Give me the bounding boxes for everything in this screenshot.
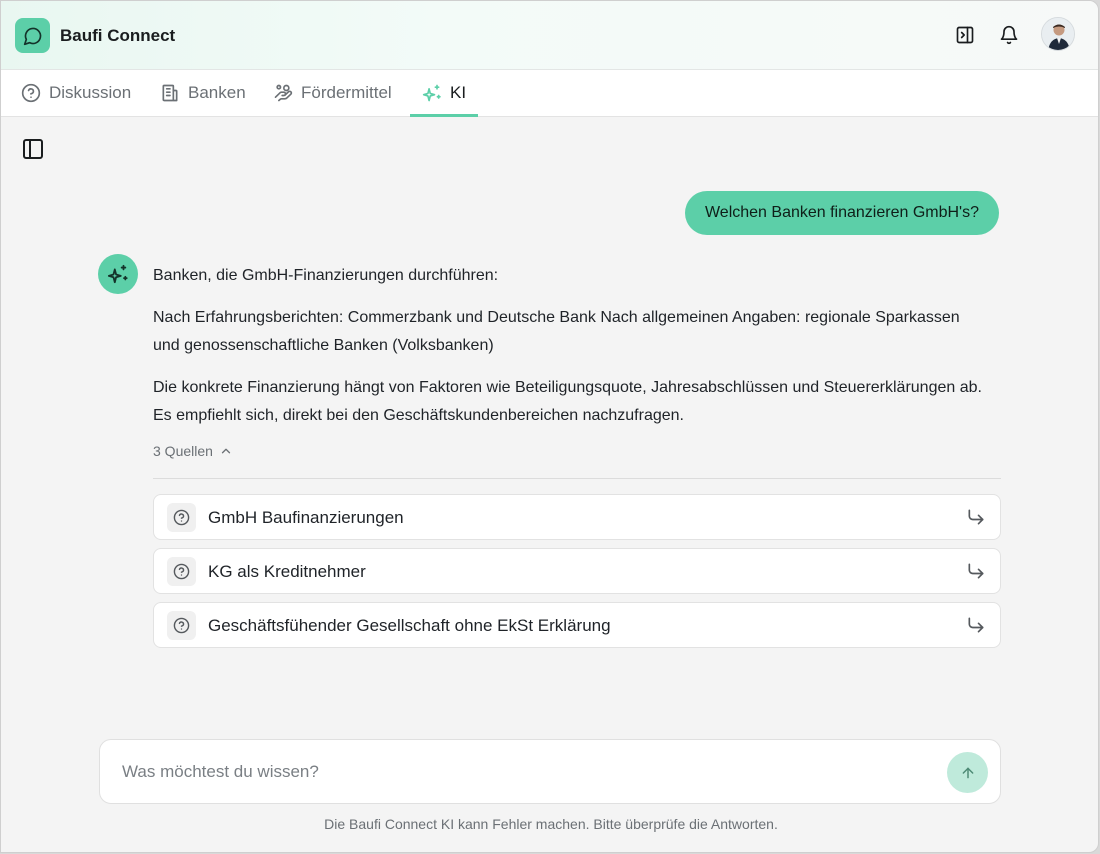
sources-toggle[interactable]: 3 Quellen: [153, 443, 233, 459]
sources-divider: [153, 478, 1001, 479]
source-title: Geschäftsfühender Gesellschaft ohne EkSt…: [208, 616, 611, 635]
hand-coins-icon: [274, 84, 293, 102]
tab-diskussion[interactable]: Diskussion: [21, 70, 131, 116]
user-avatar[interactable]: [1041, 17, 1075, 51]
tab-label: Banken: [188, 83, 246, 102]
bank-building-icon: [162, 84, 178, 102]
tab-ki[interactable]: KI: [410, 70, 479, 117]
person-photo-icon: [1042, 18, 1074, 50]
source-type-badge: [167, 557, 196, 586]
corner-down-right-icon: [968, 563, 984, 579]
source-title: GmbH Baufinanzierungen: [208, 508, 404, 527]
chat-input[interactable]: [122, 760, 922, 784]
source-title: KG als Kreditnehmer: [208, 562, 366, 581]
app-header: Baufi Connect: [1, 1, 1098, 70]
notifications-button[interactable]: [997, 23, 1021, 47]
corner-down-right-icon: [968, 617, 984, 633]
arrow-up-icon: [962, 767, 973, 778]
question-circle-icon: [173, 509, 190, 526]
source-item[interactable]: GmbH Baufinanzierungen: [153, 494, 1001, 540]
tab-label: KI: [450, 83, 467, 102]
sidebar-right-icon: [956, 26, 974, 44]
sources-count: 3 Quellen: [153, 443, 213, 459]
app-title: Baufi Connect: [60, 26, 176, 45]
sidebar-left-icon: [23, 139, 43, 159]
toggle-panel-button[interactable]: [953, 23, 977, 47]
question-circle-icon: [21, 83, 41, 103]
source-type-badge: [167, 503, 196, 532]
send-button[interactable]: [947, 752, 988, 793]
source-type-badge: [167, 611, 196, 640]
chevron-up-icon: [221, 448, 231, 454]
answer-paragraph: Nach Erfahrungsberichten: Commerzbank un…: [153, 309, 960, 354]
tab-label: Fördermittel: [301, 83, 392, 102]
tab-label: Diskussion: [49, 83, 132, 102]
user-message-bubble: Welchen Banken finanzieren GmbH's?: [684, 191, 999, 235]
question-circle-icon: [173, 563, 190, 580]
assistant-avatar: [98, 254, 138, 294]
tab-foerdermittel[interactable]: Fördermittel: [273, 70, 392, 116]
app-logo[interactable]: [15, 18, 50, 53]
main-tabs: Diskussion Banken Fördermittel KI: [1, 70, 1098, 117]
ai-disclaimer: Die Baufi Connect KI kann Fehler machen.…: [324, 816, 778, 832]
chat-composer: [99, 739, 1001, 804]
answer-paragraph: Die konkrete Finanzierung hängt von Fakt…: [153, 379, 982, 424]
answer-paragraph: Banken, die GmbH-Finanzierungen durchfüh…: [153, 267, 499, 284]
sidebar-toggle-button[interactable]: [21, 137, 45, 161]
app-window: Baufi Connect Diskussion Banken Fördermi…: [0, 0, 1099, 853]
sparkles-icon: [107, 264, 128, 284]
source-item[interactable]: KG als Kreditnehmer: [153, 548, 1001, 594]
assistant-answer: Banken, die GmbH-Finanzierungen durchfüh…: [153, 262, 983, 444]
chat-bubble-icon: [23, 27, 41, 45]
bell-icon: [1000, 25, 1018, 45]
tab-banken[interactable]: Banken: [160, 70, 246, 116]
question-circle-icon: [173, 617, 190, 634]
source-item[interactable]: Geschäftsfühender Gesellschaft ohne EkSt…: [153, 602, 1001, 648]
sparkles-icon: [422, 84, 441, 102]
corner-down-right-icon: [968, 509, 984, 525]
